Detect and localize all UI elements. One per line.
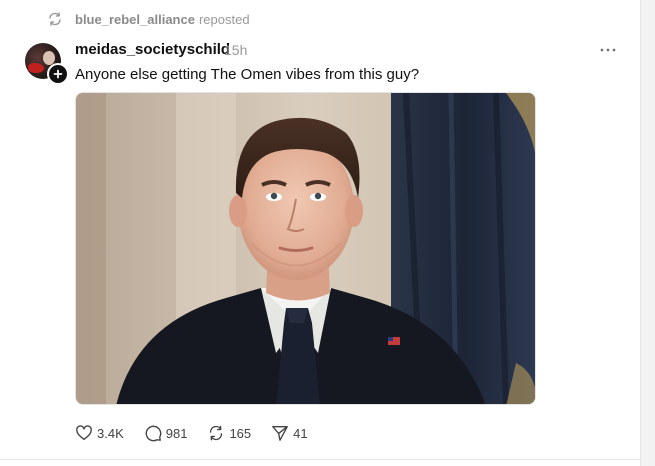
- post-username[interactable]: meidas_societyschild: [75, 41, 230, 58]
- comment-button[interactable]: 981: [144, 424, 188, 442]
- repost-button[interactable]: 165: [207, 424, 251, 442]
- share-count: 41: [293, 425, 308, 441]
- comment-icon: [145, 425, 162, 442]
- post-divider: [0, 459, 640, 460]
- avatar-detail: [28, 63, 44, 73]
- comment-count: 981: [165, 425, 188, 441]
- post-timestamp[interactable]: 15h: [224, 42, 247, 58]
- post-text: Anyone else getting The Omen vibes from …: [75, 66, 420, 83]
- thread-post-frame: blue_rebel_alliance reposted meidas_soci…: [0, 0, 641, 466]
- like-button[interactable]: 3.4K: [75, 424, 124, 442]
- heart-icon: [76, 425, 92, 440]
- repost-icon: [210, 425, 223, 441]
- avatar[interactable]: [25, 43, 69, 85]
- more-options-icon[interactable]: [598, 40, 618, 60]
- post-actions: 3.4K 981 165 41: [75, 424, 328, 442]
- repost-label: reposted: [198, 11, 250, 27]
- like-count: 3.4K: [97, 425, 124, 441]
- share-button[interactable]: 41: [271, 424, 308, 442]
- send-icon: [272, 426, 289, 441]
- photo-of-young-man-in-suit-icon: [76, 93, 535, 404]
- post-image[interactable]: [75, 92, 536, 405]
- repost-username[interactable]: blue_rebel_alliance: [75, 12, 195, 27]
- repost-indicator: blue_rebel_alliance reposted: [47, 10, 250, 28]
- follow-plus-icon[interactable]: [47, 63, 69, 85]
- repost-count: 165: [229, 425, 252, 441]
- repost-icon: [47, 11, 63, 27]
